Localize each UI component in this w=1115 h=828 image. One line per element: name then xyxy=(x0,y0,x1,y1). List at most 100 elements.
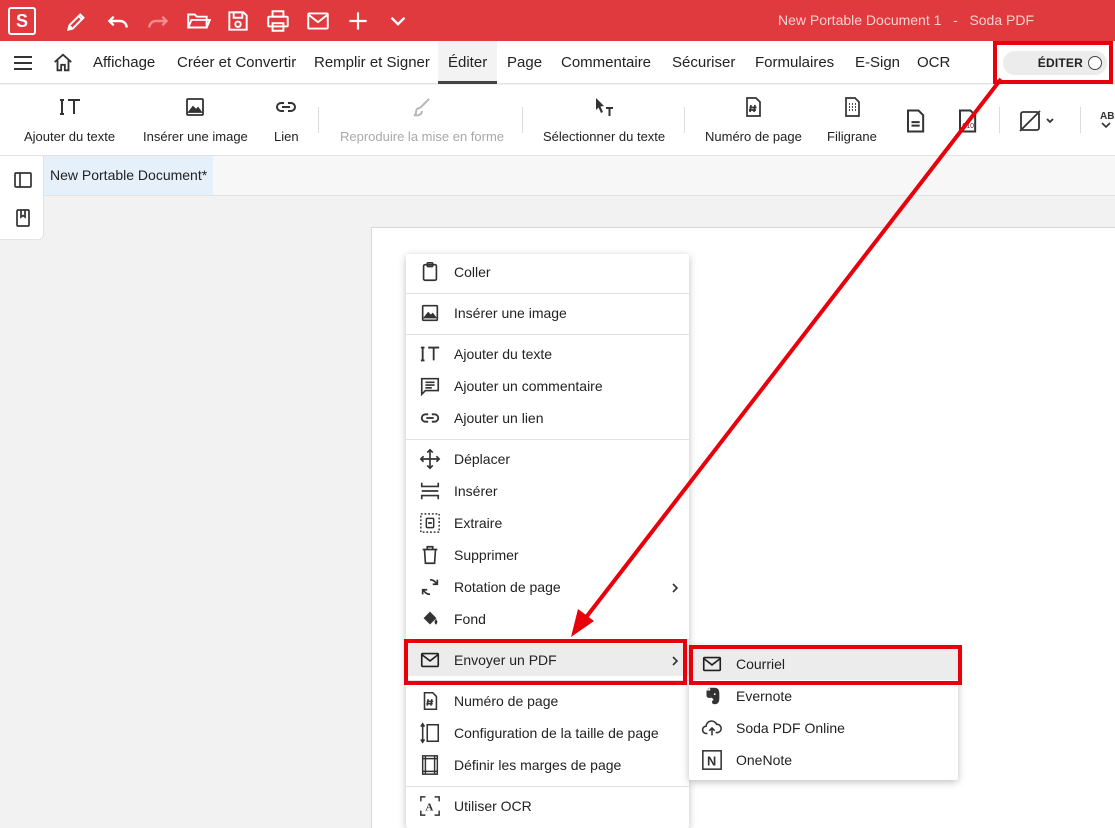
submenu-item-onenote[interactable]: N OneNote xyxy=(689,744,958,776)
menu-item-add-text[interactable]: Ajouter du texte xyxy=(406,338,689,370)
header-footer-icon[interactable] xyxy=(901,107,929,135)
text-cursor-icon xyxy=(58,95,82,119)
undo-icon[interactable] xyxy=(105,8,131,34)
background-label: Fond xyxy=(454,611,486,627)
ribbon-separator xyxy=(999,107,1000,133)
page-size-label: Configuration de la taille de page xyxy=(454,725,659,741)
pen-icon[interactable] xyxy=(64,8,90,34)
redact-dropdown-icon[interactable] xyxy=(1017,107,1057,135)
menu-item-add-comment[interactable]: Ajouter un commentaire xyxy=(406,370,689,402)
add-text-button[interactable]: Ajouter du texte xyxy=(24,85,115,156)
plus-icon[interactable] xyxy=(345,8,371,34)
open-folder-icon[interactable] xyxy=(185,8,211,34)
watermark-button[interactable]: Filigrane xyxy=(827,85,877,156)
insert-image-label: Insérer une image xyxy=(143,129,248,144)
link-icon xyxy=(274,95,298,119)
panel-toggle-icon[interactable] xyxy=(13,170,33,190)
select-text-label: Sélectionner du texte xyxy=(543,129,666,144)
menu-remplir-signer[interactable]: Remplir et Signer xyxy=(314,41,430,84)
insert-page-icon xyxy=(419,480,441,502)
menu-item-insert[interactable]: Insérer xyxy=(406,475,689,507)
select-text-button[interactable]: Sélectionner du texte xyxy=(543,85,665,156)
paintbrush-icon xyxy=(410,95,434,119)
left-side-panel xyxy=(0,156,44,240)
add-text-label: Ajouter du texte xyxy=(24,129,116,144)
home-icon[interactable] xyxy=(52,52,74,74)
copy-format-button[interactable]: Reproduire la mise en forme xyxy=(340,85,504,156)
trash-icon xyxy=(419,544,441,566)
soda-online-label: Soda PDF Online xyxy=(736,720,845,736)
menu-item-background[interactable]: Fond xyxy=(406,603,689,635)
menu-commentaire[interactable]: Commentaire xyxy=(561,41,651,84)
save-icon[interactable] xyxy=(225,8,251,34)
menu-item-move[interactable]: Déplacer xyxy=(406,443,689,475)
menu-page[interactable]: Page xyxy=(507,41,542,84)
menu-editer[interactable]: Éditer xyxy=(438,41,498,84)
ribbon-separator xyxy=(522,107,523,133)
comment-icon xyxy=(419,375,441,397)
svg-text:N: N xyxy=(707,754,716,769)
copy-format-label: Reproduire la mise en forme xyxy=(340,129,505,144)
print-icon[interactable] xyxy=(265,8,291,34)
menu-divider xyxy=(406,334,689,335)
menu-item-page-margins[interactable]: Définir les marges de page xyxy=(406,749,689,781)
image-icon xyxy=(183,95,207,119)
delete-label: Supprimer xyxy=(454,547,519,563)
menu-ocr[interactable]: OCR xyxy=(917,41,950,84)
spellcheck-icon[interactable]: AB xyxy=(1097,107,1115,135)
mail-icon[interactable] xyxy=(305,8,331,34)
insert-image-button[interactable]: Insérer une image xyxy=(143,85,248,156)
ribbon-separator xyxy=(1080,107,1081,133)
chevron-down-icon[interactable] xyxy=(385,8,411,34)
menu-divider xyxy=(406,439,689,440)
link-button[interactable]: Lien xyxy=(274,85,299,156)
onenote-icon: N xyxy=(701,749,723,771)
bookmark-icon[interactable] xyxy=(13,208,33,228)
menu-securiser[interactable]: Sécuriser xyxy=(672,41,735,84)
svg-text:010: 010 xyxy=(962,123,974,130)
window-title: New Portable Document 1 - Soda PDF xyxy=(778,12,1035,28)
menu-item-ocr[interactable]: A Utiliser OCR xyxy=(406,790,689,822)
insert-image-label: Insérer une image xyxy=(454,305,567,321)
chevron-right-icon xyxy=(669,581,681,593)
clipboard-icon xyxy=(419,261,441,283)
margins-icon xyxy=(419,754,441,776)
paste-label: Coller xyxy=(454,264,491,280)
menu-item-delete[interactable]: Supprimer xyxy=(406,539,689,571)
paint-bucket-icon xyxy=(419,608,441,630)
rotate-icon xyxy=(419,576,441,598)
menu-affichage[interactable]: Affichage xyxy=(93,41,155,84)
menu-item-add-link[interactable]: Ajouter un lien xyxy=(406,402,689,434)
redo-icon[interactable] xyxy=(145,8,171,34)
menu-esign[interactable]: E-Sign xyxy=(855,41,900,84)
document-tab[interactable]: New Portable Document* xyxy=(44,156,214,195)
bates-number-icon[interactable]: 010 xyxy=(953,107,981,135)
add-link-label: Ajouter un lien xyxy=(454,410,544,426)
hamburger-menu-icon[interactable] xyxy=(12,53,34,73)
page-number-button[interactable]: Numéro de page xyxy=(705,85,802,156)
rotate-label: Rotation de page xyxy=(454,579,561,595)
menu-item-page-size[interactable]: Configuration de la taille de page xyxy=(406,717,689,749)
ribbon-separator xyxy=(318,107,319,133)
add-text-label: Ajouter du texte xyxy=(454,346,553,362)
menu-item-insert-image[interactable]: Insérer une image xyxy=(406,297,689,329)
highlight-edit-toggle xyxy=(993,41,1113,84)
extract-label: Extraire xyxy=(454,515,503,531)
page-number-label: Numéro de page xyxy=(705,129,802,144)
app-logo[interactable]: S xyxy=(8,7,36,35)
image-icon xyxy=(419,302,441,324)
menu-item-page-number[interactable]: Numéro de page xyxy=(406,685,689,717)
select-text-cursor-icon xyxy=(592,95,616,119)
menu-formulaires[interactable]: Formulaires xyxy=(755,41,834,84)
menu-divider xyxy=(406,786,689,787)
page-number-icon xyxy=(741,95,765,119)
menu-item-paste[interactable]: Coller xyxy=(406,256,689,288)
menu-creer-convertir[interactable]: Créer et Convertir xyxy=(177,41,296,84)
menu-item-extract[interactable]: Extraire xyxy=(406,507,689,539)
menu-item-rotate-page[interactable]: Rotation de page xyxy=(406,571,689,603)
page-size-icon xyxy=(419,722,441,744)
watermark-label: Filigrane xyxy=(827,129,877,144)
evernote-label: Evernote xyxy=(736,688,793,704)
submenu-item-soda-online[interactable]: Soda PDF Online xyxy=(689,712,958,744)
link-icon xyxy=(419,407,441,429)
